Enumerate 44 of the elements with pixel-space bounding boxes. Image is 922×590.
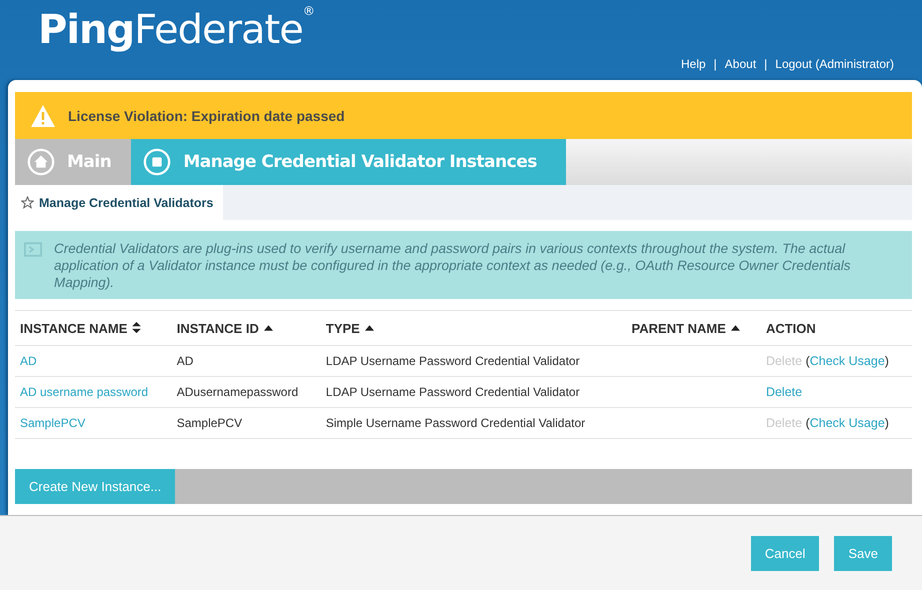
sort-up-icon	[364, 325, 374, 331]
parenthesis: )	[884, 354, 889, 368]
stop-icon	[143, 148, 172, 176]
column-header[interactable]: PARENT NAME	[626, 320, 745, 336]
column-header[interactable]: INSTANCE NAME	[15, 320, 146, 336]
parenthesis: (	[806, 354, 810, 368]
check-usage-link[interactable]: Check Usage	[810, 416, 885, 430]
instance-link[interactable]: SamplePCV	[20, 416, 86, 430]
sort-up-icon	[264, 325, 273, 331]
column-header[interactable]: TYPE	[320, 320, 379, 336]
table-cell: ADusernamepassword	[176, 385, 298, 399]
header-link[interactable]: Help	[680, 57, 706, 71]
column-header[interactable]: INSTANCE ID	[172, 320, 278, 336]
create-button[interactable]: Create New Instance...	[15, 469, 176, 504]
delete-link[interactable]: Delete	[766, 385, 802, 399]
header-link[interactable]: About	[724, 57, 756, 71]
nav-tab[interactable]: Main	[15, 139, 132, 185]
parenthesis: (	[806, 416, 810, 430]
footer-button[interactable]: Cancel	[750, 536, 820, 571]
check-usage-link[interactable]: Check Usage	[810, 354, 885, 368]
logo: PingFederate$^{®}$	[38, 4, 314, 53]
info-text: Credential Validators are plug-ins used to verify username and password pairs in various contexts throughout the system. The actual application of a Validator instance must be configured in the appropriate context as needed (e.g., OAuth Resource Owner Credentials Mapping).	[54, 240, 852, 291]
star-icon	[21, 196, 34, 209]
footer-button[interactable]: Save	[834, 536, 892, 571]
table-cell: LDAP Username Password Credential Validator	[326, 354, 580, 368]
alert-message: License Violation: Expiration date passed	[68, 108, 345, 124]
table-cell: AD	[176, 354, 194, 368]
sort-up-icon	[730, 325, 740, 331]
home-icon	[27, 148, 55, 176]
separator: |	[714, 57, 717, 71]
table-cell: SamplePCV	[176, 416, 242, 430]
separator: |	[764, 57, 768, 71]
column-header[interactable]: ACTION	[760, 320, 821, 336]
instance-link[interactable]: AD	[20, 354, 37, 368]
warning-icon	[30, 104, 56, 128]
console-icon	[24, 242, 42, 257]
parenthesis: )	[884, 416, 889, 430]
sort-icon	[132, 322, 142, 334]
instance-link[interactable]: AD username password	[20, 385, 148, 399]
table-cell: LDAP Username Password Credential Validator	[326, 385, 580, 399]
sub-tab[interactable]: Manage Credential Validators	[15, 185, 224, 220]
nav-tab[interactable]: Manage Credential Validator Instances	[131, 139, 566, 185]
table-cell: Simple Username Password Credential Validator	[326, 416, 586, 430]
header-link[interactable]: Logout (Administrator)	[775, 57, 894, 71]
